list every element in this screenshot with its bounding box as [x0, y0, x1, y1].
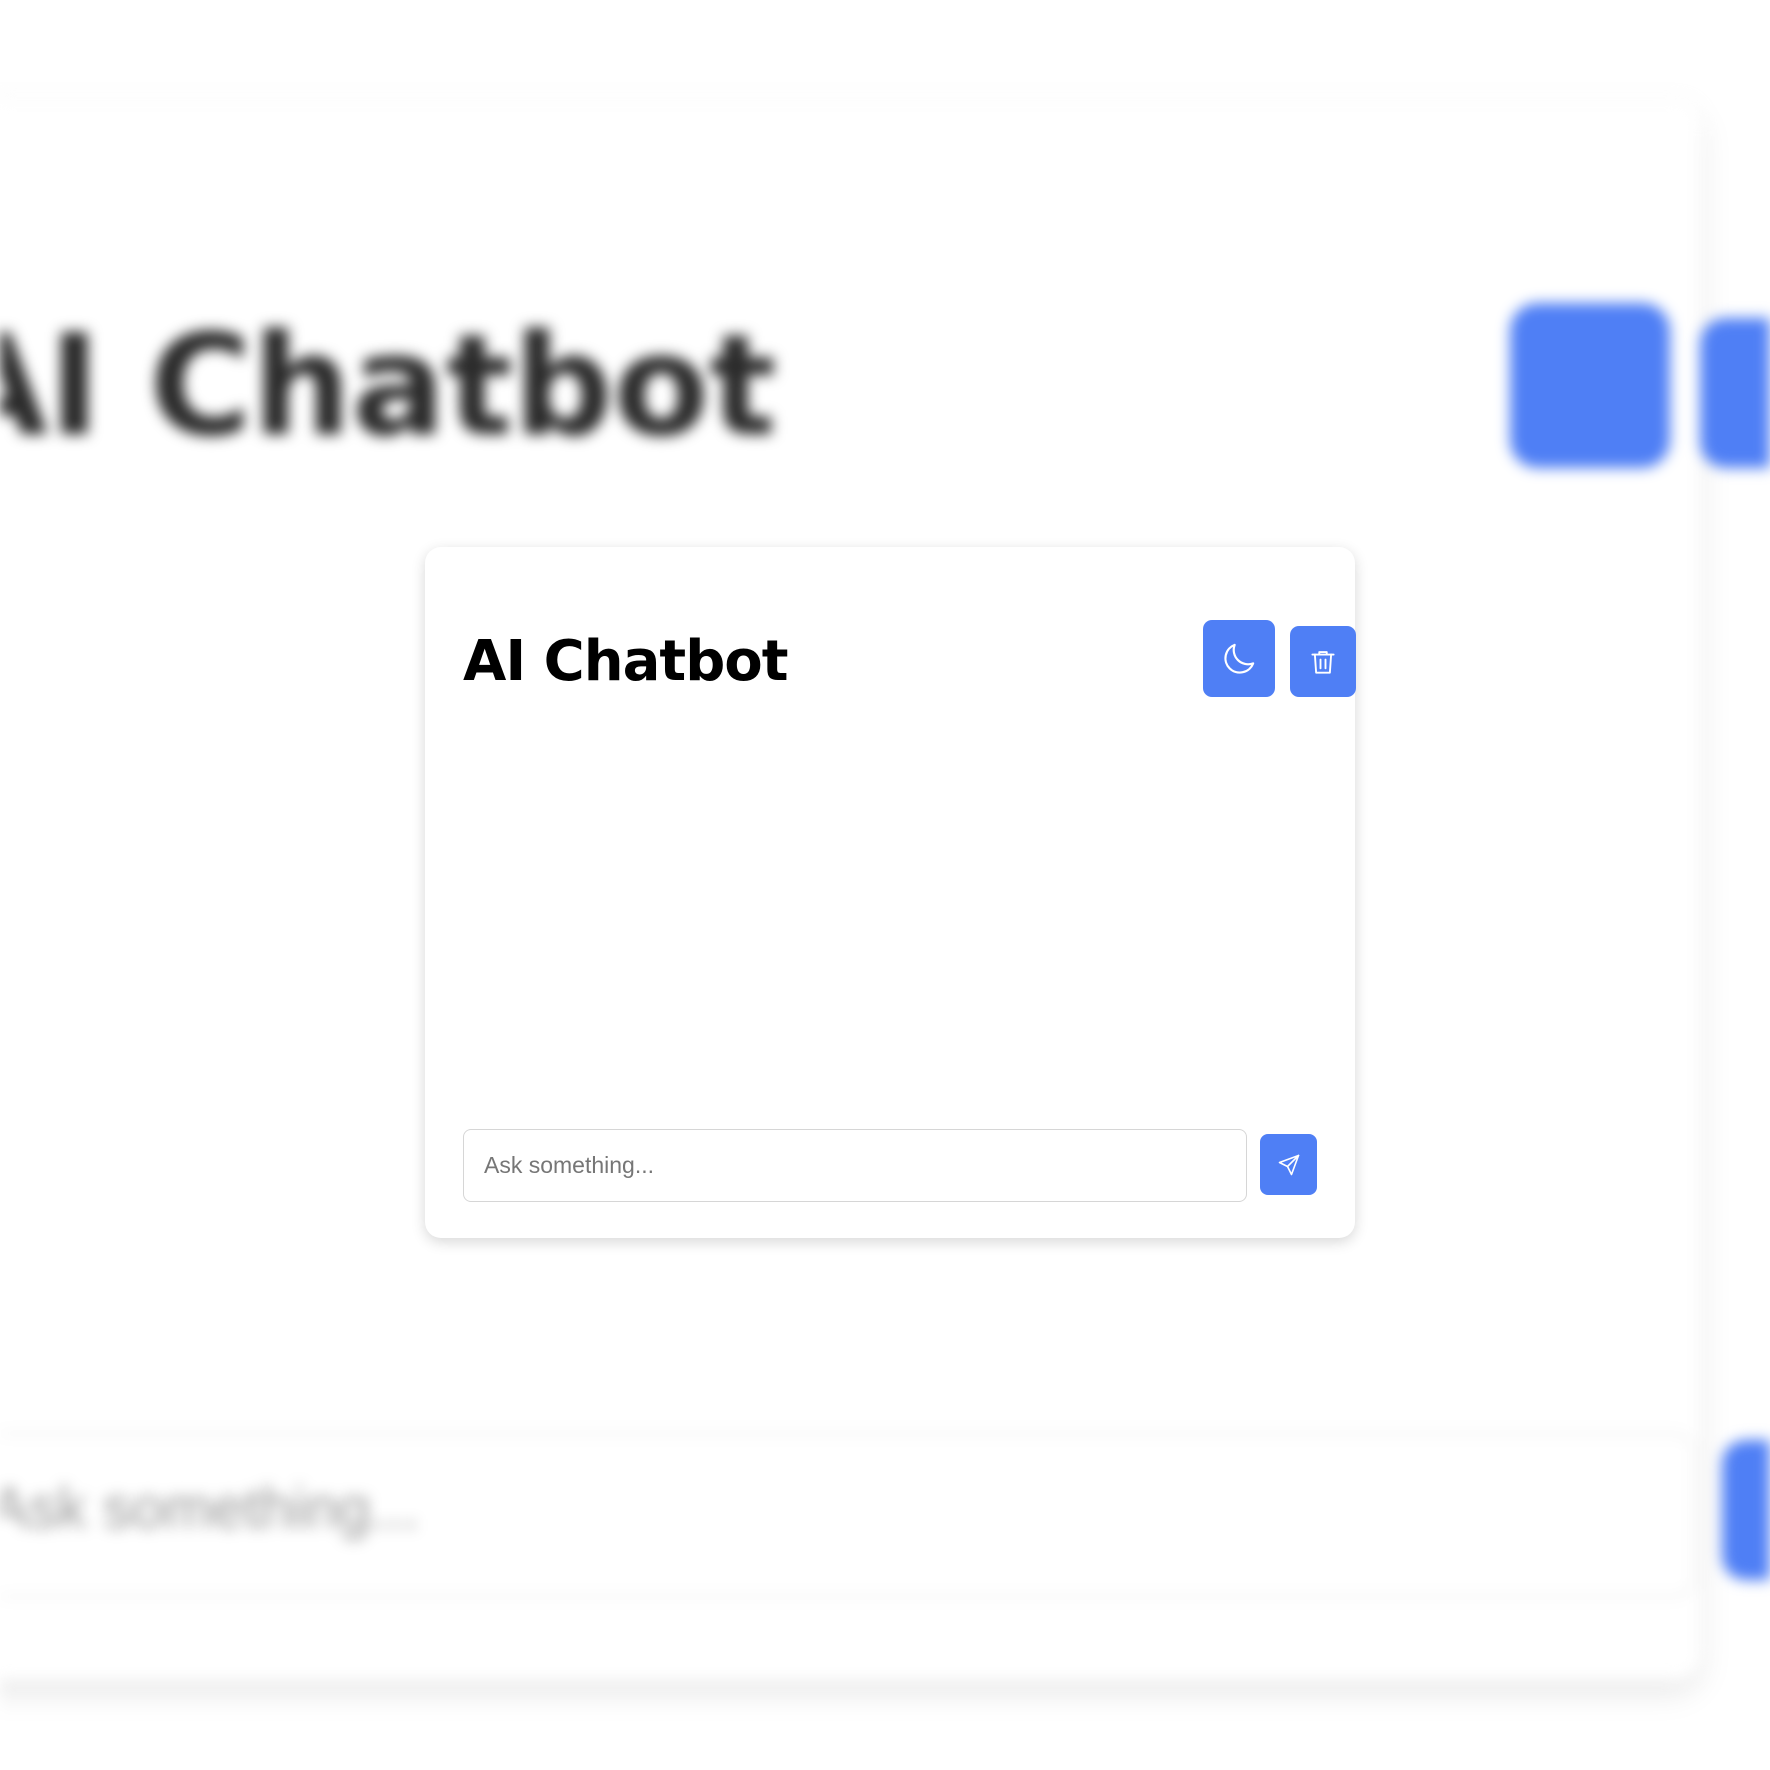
send-icon: [1278, 1154, 1299, 1175]
chat-card: AI Chatbot: [425, 547, 1356, 1238]
send-button[interactable]: [1260, 1134, 1317, 1195]
background-title: AI Chatbot: [0, 305, 777, 468]
background-clear-button: [1700, 318, 1770, 468]
page-title: AI Chatbot: [463, 629, 789, 694]
theme-toggle-button[interactable]: [1203, 620, 1275, 697]
chat-header: AI Chatbot: [463, 620, 1356, 702]
composer: [463, 1129, 1317, 1202]
background-theme-button: [1510, 303, 1670, 468]
message-list[interactable]: [463, 722, 1317, 1112]
background-input-placeholder: Ask something...: [0, 1476, 419, 1541]
moon-icon: [1224, 643, 1255, 674]
background-send-button: [1722, 1440, 1770, 1580]
clear-chat-button[interactable]: [1290, 626, 1356, 697]
trash-icon: [1311, 650, 1335, 674]
message-input[interactable]: [463, 1129, 1247, 1202]
